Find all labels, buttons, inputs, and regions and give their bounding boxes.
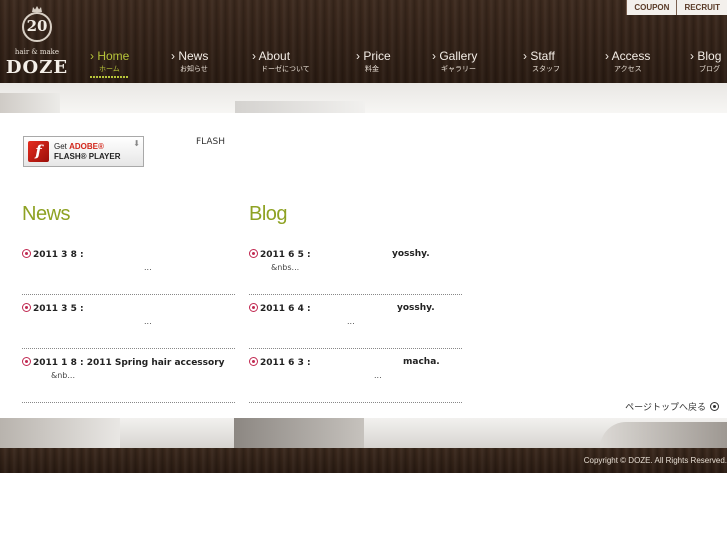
logo-subtitle: hair & make bbox=[14, 48, 60, 56]
bullet-icon bbox=[249, 249, 258, 258]
blog-item[interactable]: 2011 6 5 : yosshy. &nbs... bbox=[249, 247, 462, 295]
news-item-date: 2011 3 5 : bbox=[33, 304, 84, 314]
nav-news-label: News bbox=[178, 49, 209, 63]
bullet-icon bbox=[22, 303, 31, 312]
bullet-icon bbox=[22, 357, 31, 366]
blog-item-author: yosshy. bbox=[397, 303, 435, 313]
page-top-label: ページトップへ戻る bbox=[625, 403, 706, 413]
nav-access-jp: アクセス bbox=[614, 65, 642, 73]
arrow-up-circle-icon bbox=[710, 402, 719, 411]
news-item-excerpt: ... bbox=[144, 317, 152, 326]
bullet-icon bbox=[249, 303, 258, 312]
blog-item-excerpt: ... bbox=[374, 371, 382, 380]
get-flash-player-button[interactable]: f Get ADOBE® FLASH® PLAYER ⬇ bbox=[23, 136, 144, 167]
nav-about-label: About bbox=[258, 49, 291, 63]
recruit-button[interactable]: RECRUIT bbox=[676, 0, 727, 15]
blog-heading: Blog bbox=[249, 203, 288, 225]
nav-news[interactable]: › News お知らせ bbox=[171, 49, 208, 74]
nav-gallery-jp: ギャラリー bbox=[441, 65, 476, 73]
blog-item-excerpt: ... bbox=[347, 317, 355, 326]
nav-blog[interactable]: › Blog ブログ bbox=[690, 49, 721, 74]
flash-adobe-label: ADOBE® bbox=[69, 142, 104, 151]
bottom-photo-strip bbox=[0, 418, 727, 448]
flash-icon: f bbox=[28, 141, 49, 162]
site-logo[interactable]: 20 hair & make DOZE bbox=[2, 6, 72, 78]
nav-access[interactable]: › Access アクセス bbox=[605, 49, 650, 74]
news-item[interactable]: 2011 3 5 : ... bbox=[22, 301, 235, 349]
bullet-icon bbox=[249, 357, 258, 366]
news-item[interactable]: 2011 3 8 : ... bbox=[22, 247, 235, 295]
page-top-link[interactable]: ページトップへ戻る bbox=[625, 400, 719, 413]
chevron-right-icon: › bbox=[252, 49, 259, 63]
chevron-right-icon: › bbox=[605, 49, 612, 63]
nav-staff-jp: スタッフ bbox=[532, 65, 560, 73]
news-item[interactable]: 2011 1 8 : 2011 Spring hair accessory &n… bbox=[22, 355, 235, 403]
news-item-date: 2011 1 8 : 2011 Spring hair accessory bbox=[33, 358, 225, 368]
news-item-excerpt: ... bbox=[144, 263, 152, 272]
nav-home-jp: ホーム bbox=[99, 65, 120, 73]
top-buttons: COUPON RECRUIT bbox=[626, 0, 727, 15]
flash-notice: FLASH bbox=[196, 137, 226, 147]
flash-get-label: Get bbox=[54, 142, 70, 151]
nav-gallery-label: Gallery bbox=[439, 49, 478, 63]
active-underline bbox=[90, 76, 128, 78]
news-item-date: 2011 3 8 : bbox=[33, 250, 84, 260]
logo-brand: DOZE bbox=[5, 57, 69, 78]
nav-news-jp: お知らせ bbox=[180, 65, 208, 73]
nav-staff-label: Staff bbox=[530, 49, 555, 63]
copyright-text: Copyright © DOZE. All Rights Reserved. bbox=[583, 456, 727, 465]
logo-number: 20 bbox=[26, 17, 48, 35]
site-header: 20 hair & make DOZE COUPON RECRUIT › Hom… bbox=[0, 0, 727, 83]
blog-item-date: 2011 6 4 : bbox=[260, 304, 311, 314]
nav-blog-jp: ブログ bbox=[699, 65, 720, 73]
blog-item-author: macha. bbox=[403, 357, 440, 367]
nav-price-label: Price bbox=[363, 49, 391, 63]
download-arrow-icon: ⬇ bbox=[133, 139, 140, 148]
nav-price[interactable]: › Price 料金 bbox=[356, 49, 391, 74]
nav-staff[interactable]: › Staff スタッフ bbox=[523, 49, 560, 74]
news-item-excerpt: &nb... bbox=[51, 371, 76, 380]
news-heading: News bbox=[22, 203, 71, 225]
nav-gallery[interactable]: › Gallery ギャラリー bbox=[432, 49, 477, 74]
nav-home-label: Home bbox=[97, 49, 130, 63]
blog-item[interactable]: 2011 6 3 : macha. ... bbox=[249, 355, 462, 403]
blog-item-excerpt: &nbs... bbox=[271, 263, 300, 272]
nav-about[interactable]: › About ドーゼについて bbox=[252, 49, 310, 74]
nav-price-jp: 料金 bbox=[365, 65, 379, 73]
flash-player-label: FLASH® PLAYER bbox=[54, 152, 121, 161]
nav-access-label: Access bbox=[611, 49, 651, 63]
top-photo-strip bbox=[0, 83, 727, 113]
coupon-button[interactable]: COUPON bbox=[626, 0, 677, 15]
blog-item-date: 2011 6 3 : bbox=[260, 358, 311, 368]
blog-item-author: yosshy. bbox=[392, 249, 430, 259]
nav-home[interactable]: › Home ホーム bbox=[90, 49, 129, 78]
blog-item-date: 2011 6 5 : bbox=[260, 250, 311, 260]
blog-item[interactable]: 2011 6 4 : yosshy. ... bbox=[249, 301, 462, 349]
bullet-icon bbox=[22, 249, 31, 258]
nav-blog-label: Blog bbox=[697, 49, 722, 63]
nav-about-jp: ドーゼについて bbox=[261, 65, 310, 73]
site-footer: Copyright © DOZE. All Rights Reserved. bbox=[0, 448, 727, 473]
